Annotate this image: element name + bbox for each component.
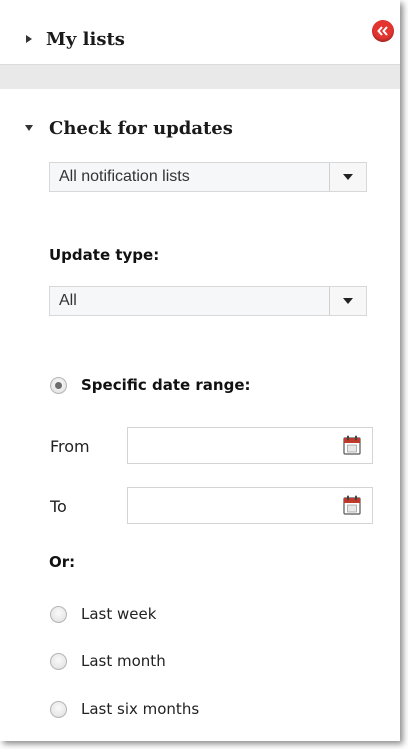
update-type-select[interactable]: All bbox=[49, 286, 367, 316]
expand-arrow-icon bbox=[26, 35, 32, 43]
last-six-months-label: Last six months bbox=[81, 700, 200, 718]
to-date-input[interactable] bbox=[127, 487, 373, 524]
check-updates-header[interactable]: Check for updates bbox=[0, 108, 400, 148]
last-month-radio[interactable] bbox=[50, 653, 67, 670]
search-sidebar-panel: My lists Check for updates All notificat… bbox=[0, 0, 400, 741]
update-type-dropdown-button[interactable] bbox=[329, 287, 366, 315]
double-chevron-left-icon bbox=[377, 26, 388, 36]
calendar-icon bbox=[343, 435, 361, 455]
from-label: From bbox=[50, 437, 90, 456]
from-date-input[interactable] bbox=[127, 427, 373, 464]
or-label: Or: bbox=[49, 553, 76, 571]
last-week-radio[interactable] bbox=[50, 606, 67, 623]
from-calendar-button[interactable] bbox=[343, 435, 361, 455]
to-calendar-button[interactable] bbox=[343, 495, 361, 515]
update-type-value: All bbox=[59, 292, 77, 309]
specific-date-range-radio[interactable] bbox=[50, 377, 67, 394]
last-week-label: Last week bbox=[81, 605, 157, 623]
calendar-icon bbox=[343, 495, 361, 515]
section-divider bbox=[0, 64, 400, 89]
specific-date-range-label: Specific date range: bbox=[81, 376, 251, 394]
chevron-down-icon bbox=[343, 298, 353, 304]
check-updates-title: Check for updates bbox=[49, 117, 233, 139]
last-six-months-radio[interactable] bbox=[50, 701, 67, 718]
notification-lists-value: All notification lists bbox=[59, 168, 190, 185]
collapse-panel-button[interactable] bbox=[372, 20, 394, 42]
notification-lists-select[interactable]: All notification lists bbox=[49, 162, 367, 192]
last-month-label: Last month bbox=[81, 652, 166, 670]
to-label: To bbox=[50, 497, 67, 516]
my-lists-title: My lists bbox=[46, 28, 125, 50]
notification-dropdown-button[interactable] bbox=[329, 163, 366, 191]
my-lists-header[interactable]: My lists bbox=[0, 14, 400, 64]
chevron-down-icon bbox=[343, 174, 353, 180]
update-type-label: Update type: bbox=[49, 246, 160, 264]
collapse-arrow-icon bbox=[25, 125, 33, 131]
